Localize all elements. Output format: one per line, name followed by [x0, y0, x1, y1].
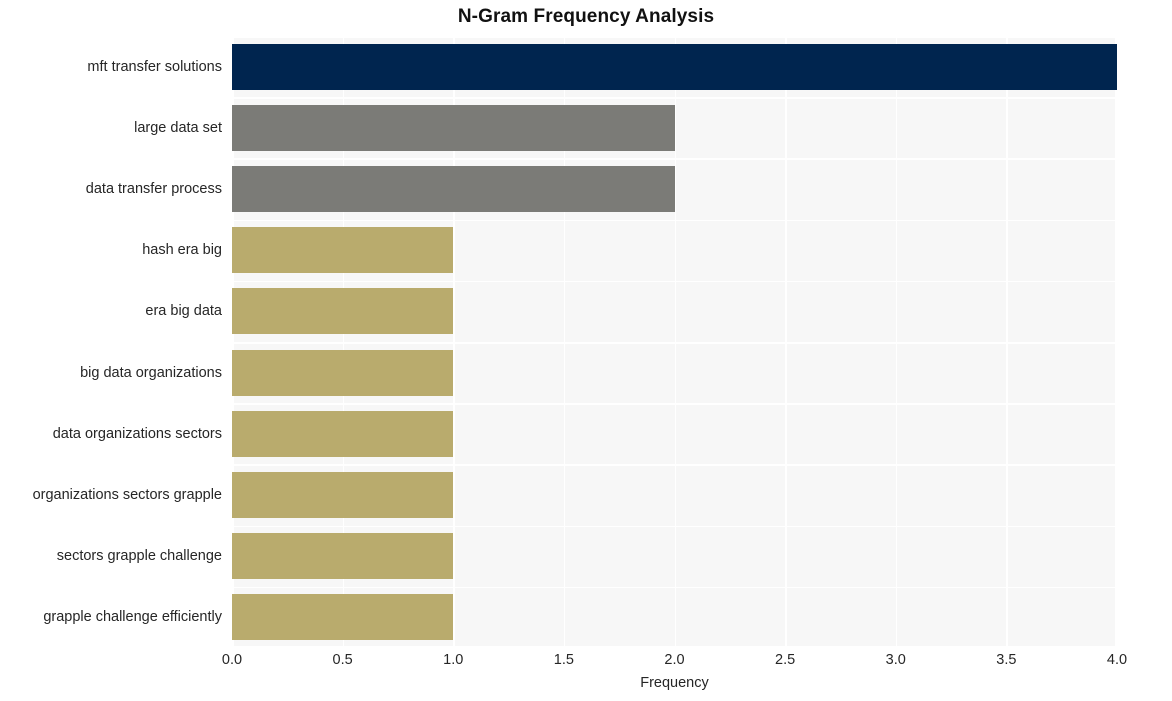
page-title: N-Gram Frequency Analysis — [457, 6, 715, 27]
y-axis-tick-label: big data organizations — [80, 364, 222, 381]
bar[interactable] — [232, 472, 454, 518]
bar[interactable] — [232, 104, 675, 151]
plot-area — [232, 36, 1117, 648]
bar[interactable] — [232, 349, 454, 396]
bar[interactable] — [232, 166, 675, 212]
x-axis-tick-label: 2.5 — [775, 652, 796, 668]
y-axis-tick-label: large data set — [134, 119, 222, 136]
x-axis-tick-label: 4.0 — [1106, 652, 1128, 668]
x-axis-tick-labels: 0.0 0.5 1.0 1.5 2.0 2.5 3.0 3.5 4.0 — [222, 652, 1127, 672]
ngram-frequency-chart: N-Gram Frequency Analysis mft transfer s… — [0, 0, 1172, 701]
x-axis-tick-label: 0.0 — [221, 652, 243, 668]
y-axis-tick-label: organizations sectors grapple — [32, 487, 222, 503]
x-axis-title: Frequency — [640, 675, 709, 691]
y-axis-tick-label: data organizations sectors — [52, 425, 222, 442]
y-axis-tick-labels: mft transfer solutions large data set data… — [0, 36, 222, 648]
x-axis-tick-label: 3.5 — [996, 652, 1017, 668]
y-axis-tick-label: hash era big — [142, 242, 222, 259]
y-axis-tick-label: data transfer process — [85, 181, 222, 197]
bar[interactable] — [232, 43, 1117, 90]
y-axis-tick-label: era big data — [145, 303, 222, 320]
x-axis-tick-label: 1.0 — [443, 652, 464, 668]
bar[interactable] — [232, 533, 454, 580]
x-axis-tick-label: 0.5 — [332, 652, 353, 668]
bar[interactable] — [232, 410, 454, 457]
bar[interactable] — [232, 227, 454, 274]
bar[interactable] — [232, 288, 454, 335]
y-axis-tick-label: mft transfer solutions — [87, 58, 222, 75]
y-axis-tick-label: sectors grapple challenge — [56, 548, 222, 565]
bars-layer — [232, 36, 1117, 648]
y-axis-tick-label: grapple challenge efficiently — [43, 609, 222, 626]
bar[interactable] — [232, 594, 454, 641]
x-axis-tick-label: 3.0 — [885, 652, 906, 668]
x-axis-tick-label: 2.0 — [664, 652, 685, 668]
x-axis-tick-label: 1.5 — [553, 652, 574, 668]
